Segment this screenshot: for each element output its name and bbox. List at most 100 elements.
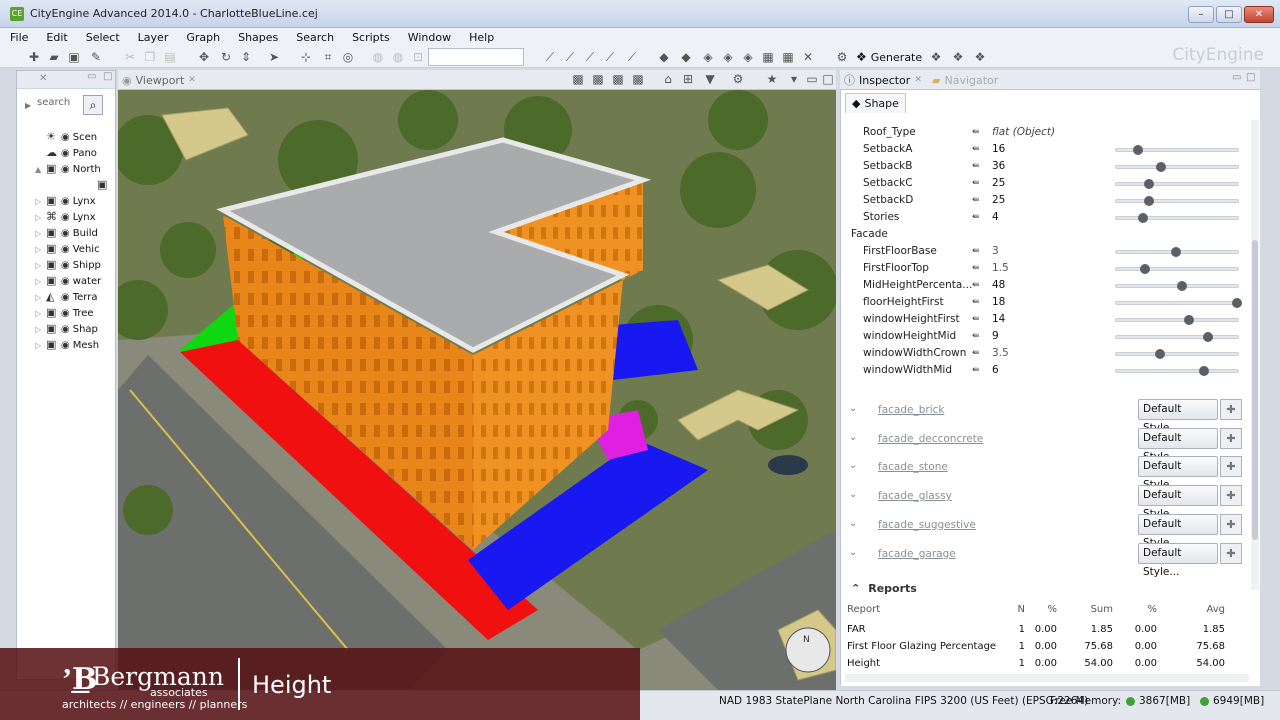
link-icon[interactable]: ⇚ bbox=[972, 246, 983, 256]
tab-inspector[interactable]: ⓘ Inspector ✕ bbox=[844, 72, 922, 88]
add-style-button[interactable]: ✚ bbox=[1220, 399, 1242, 420]
inspector-maximize-icon[interactable]: □ bbox=[1246, 72, 1255, 83]
link-icon[interactable]: ⇚ bbox=[972, 161, 983, 171]
menu-shapes[interactable]: Shapes bbox=[228, 31, 286, 44]
attribute-value-field[interactable]: 1.5 bbox=[992, 262, 1108, 276]
eye-icon[interactable]: ◉ bbox=[61, 212, 70, 223]
link-icon[interactable]: ⇚ bbox=[972, 127, 983, 137]
scene-panel-close-icon[interactable]: ✕ bbox=[39, 73, 47, 84]
menu-edit[interactable]: Edit bbox=[36, 31, 75, 44]
close-button[interactable]: ✕ bbox=[1244, 6, 1274, 23]
select-arrow-icon[interactable]: ➤ bbox=[266, 49, 282, 65]
view-lighting-icon[interactable]: ▩ bbox=[630, 71, 646, 87]
paste-icon[interactable]: ▤ bbox=[162, 49, 178, 65]
inspector-minimize-icon[interactable]: ▭ bbox=[1232, 72, 1241, 83]
star-bookmark-icon[interactable]: ★ bbox=[764, 71, 780, 87]
chevron-down-icon[interactable]: ⌄ bbox=[849, 432, 857, 443]
slider-handle[interactable] bbox=[1202, 332, 1213, 342]
street-tool-icon[interactable]: ⟋ bbox=[542, 49, 558, 65]
frame-icon[interactable]: ⊞ bbox=[680, 71, 696, 87]
minimize-button[interactable]: – bbox=[1188, 6, 1214, 23]
style-name-link[interactable]: facade_decconcrete bbox=[878, 433, 983, 445]
link-icon[interactable]: ⇚ bbox=[972, 212, 983, 222]
menu-scripts[interactable]: Scripts bbox=[342, 31, 398, 44]
menu-file[interactable]: File bbox=[0, 31, 36, 44]
generate-button[interactable]: ❖ Generate bbox=[856, 48, 922, 66]
snap-icon[interactable]: ◍ bbox=[370, 49, 386, 65]
cleanup-models-icon[interactable]: ❖ bbox=[972, 49, 988, 65]
shape-edit-icon[interactable]: ◆ bbox=[678, 49, 694, 65]
tab-viewport[interactable]: ◉ Viewport ✕ bbox=[122, 72, 196, 88]
view-shaded-icon[interactable]: ▩ bbox=[590, 71, 606, 87]
scene-search-input[interactable]: search bbox=[37, 97, 70, 108]
layer-item[interactable]: ▷ ▣ ◉ water bbox=[35, 273, 101, 289]
layer-item[interactable]: ▷ ▣ ◉ Vehic bbox=[35, 241, 100, 257]
attribute-value-field[interactable]: 4 bbox=[992, 211, 1108, 225]
attribute-slider[interactable] bbox=[1115, 247, 1239, 257]
expand-arrow-icon[interactable]: ▷ bbox=[35, 213, 43, 222]
view-wireframe-icon[interactable]: ▩ bbox=[570, 71, 586, 87]
layer-item[interactable]: ▷ ▣ ◉ Shap bbox=[35, 321, 98, 337]
viewport-minimize-icon[interactable]: ▭ bbox=[804, 71, 820, 87]
expand-arrow-icon[interactable]: ▷ bbox=[35, 277, 43, 286]
style-name-link[interactable]: facade_suggestive bbox=[878, 519, 976, 531]
eye-icon[interactable]: ◉ bbox=[61, 164, 70, 175]
inspector-vertical-scrollbar[interactable] bbox=[1251, 120, 1259, 590]
cut-icon[interactable]: ✂ bbox=[122, 49, 138, 65]
attribute-value-field[interactable]: 16 bbox=[992, 143, 1108, 157]
attribute-slider[interactable] bbox=[1115, 179, 1239, 189]
attribute-slider[interactable] bbox=[1115, 332, 1239, 342]
view-menu-icon[interactable]: ▾ bbox=[786, 71, 802, 87]
attribute-slider[interactable] bbox=[1115, 281, 1239, 291]
default-style-button[interactable]: Default Style... bbox=[1138, 427, 1218, 463]
slider-handle[interactable] bbox=[1156, 162, 1167, 172]
layer-item[interactable]: ▷ ▣ ◉ Lynx bbox=[35, 193, 96, 209]
slider-handle[interactable] bbox=[1231, 298, 1242, 308]
shape-subdivide-icon[interactable]: ▦ bbox=[780, 49, 796, 65]
attribute-slider[interactable] bbox=[1115, 349, 1239, 359]
tab-navigator[interactable]: ▰ Navigator bbox=[932, 72, 998, 88]
link-icon[interactable]: ⇚ bbox=[972, 280, 983, 290]
shape-offset-icon[interactable]: ◈ bbox=[740, 49, 756, 65]
menu-select[interactable]: Select bbox=[76, 31, 128, 44]
layer-item[interactable]: ▲ ▣ ◉ North bbox=[35, 161, 101, 177]
attribute-slider[interactable] bbox=[1115, 196, 1239, 206]
scrollbar-thumb[interactable] bbox=[1252, 240, 1258, 540]
attribute-value-field[interactable]: 6 bbox=[992, 364, 1108, 378]
menu-window[interactable]: Window bbox=[398, 31, 459, 44]
street-cleanup-icon[interactable]: ⟋ bbox=[624, 49, 640, 65]
link-icon[interactable]: ⇚ bbox=[972, 314, 983, 324]
view-textured-icon[interactable]: ▩ bbox=[610, 71, 626, 87]
attribute-slider[interactable] bbox=[1115, 366, 1239, 376]
tree-expand-arrow-icon[interactable]: ▶ bbox=[25, 101, 31, 110]
link-icon[interactable]: ⇚ bbox=[972, 348, 983, 358]
layer-item[interactable]: ☁ ◉ Pano bbox=[35, 145, 97, 161]
camera-icon[interactable]: ⌂ bbox=[660, 71, 676, 87]
expand-arrow-icon[interactable]: ▷ bbox=[35, 197, 43, 206]
attribute-value-field[interactable]: 36 bbox=[992, 160, 1108, 174]
move-icon[interactable]: ✥ bbox=[196, 49, 212, 65]
scene-panel-maximize-icon[interactable]: □ bbox=[103, 71, 112, 82]
eye-icon[interactable]: ◉ bbox=[61, 276, 70, 287]
eye-icon[interactable]: ◉ bbox=[61, 244, 70, 255]
attribute-value-field[interactable]: 25 bbox=[992, 194, 1108, 208]
crop-icon[interactable]: ⌗ bbox=[320, 49, 336, 65]
slider-handle[interactable] bbox=[1143, 196, 1154, 206]
menu-layer[interactable]: Layer bbox=[128, 31, 177, 44]
chevron-down-icon[interactable]: ⌄ bbox=[849, 547, 857, 558]
attribute-value-field[interactable]: 48 bbox=[992, 279, 1108, 293]
attribute-slider[interactable] bbox=[1115, 213, 1239, 223]
eye-icon[interactable]: ◉ bbox=[61, 132, 70, 143]
link-icon[interactable]: ⇚ bbox=[972, 178, 983, 188]
style-name-link[interactable]: facade_stone bbox=[878, 461, 948, 473]
layer-item[interactable]: ☀ ◉ Scen bbox=[35, 129, 97, 145]
slider-handle[interactable] bbox=[1198, 366, 1209, 376]
layer-item[interactable]: ▣ bbox=[97, 177, 112, 193]
update-seed-icon[interactable]: ❖ bbox=[950, 49, 966, 65]
slider-handle[interactable] bbox=[1170, 247, 1181, 257]
new-file-icon[interactable]: ✚ bbox=[26, 49, 42, 65]
default-style-button[interactable]: Default Style... bbox=[1138, 399, 1218, 434]
viewport-tab-close-icon[interactable]: ✕ bbox=[188, 75, 196, 85]
tab-shape[interactable]: ◆ Shape bbox=[845, 93, 906, 113]
rotate-icon[interactable]: ↻ bbox=[218, 49, 234, 65]
